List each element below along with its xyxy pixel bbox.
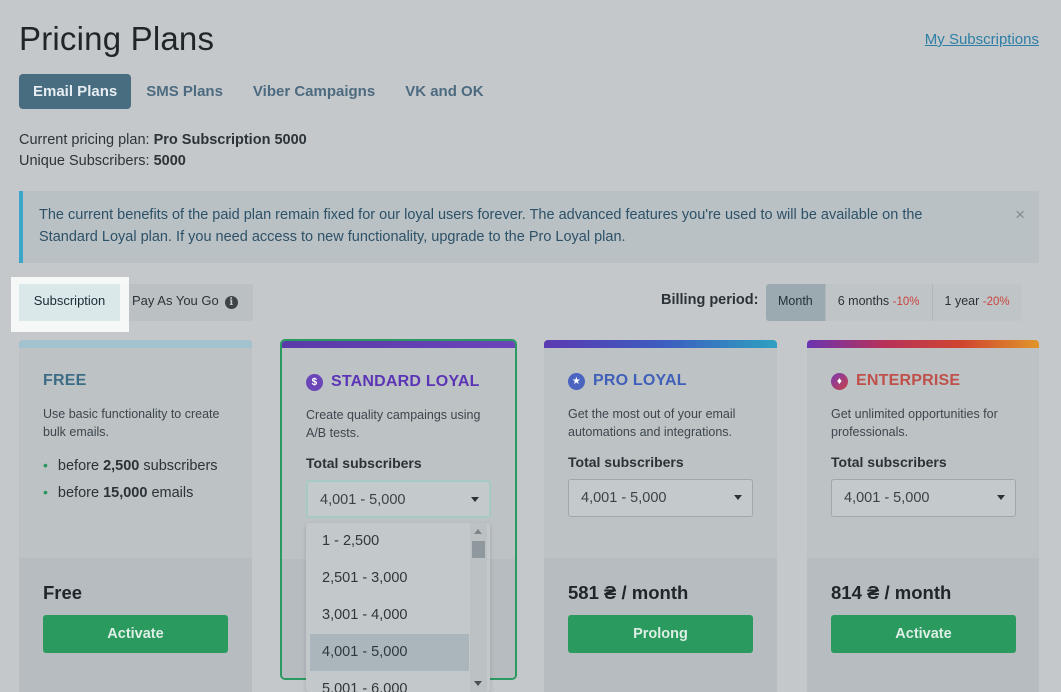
plan-card-enterprise: ♦ ENTERPRISE Get unlimited opportunities… [807, 340, 1039, 692]
plan-bar [282, 341, 515, 348]
discount-badge: -20% [982, 296, 1010, 308]
list-item: before 2,500 subscribers [43, 452, 218, 479]
loyalty-alert: The current benefits of the paid plan re… [19, 191, 1039, 263]
dropdown-scrollbar[interactable] [470, 523, 487, 692]
plan-description: Create quality campaings using A/B tests… [306, 408, 481, 440]
current-plan-label: Current pricing plan: [19, 132, 150, 148]
prolong-button[interactable]: Prolong [568, 615, 753, 653]
unique-subscribers-value: 5000 [153, 153, 186, 169]
plan-description: Get the most out of your email automatio… [568, 407, 736, 439]
plan-card-free: FREE Use basic functionality to create b… [19, 340, 252, 692]
tab-email-plans[interactable]: Email Plans [19, 74, 132, 109]
subscribers-select-value: 4,001 - 5,000 [581, 490, 667, 506]
billing-month[interactable]: Month [766, 284, 825, 321]
list-item: before 15,000 emails [43, 479, 218, 506]
plan-title: ♦ ENTERPRISE [831, 372, 960, 390]
total-subscribers-label: Total subscribers [306, 455, 422, 471]
dollar-icon: $ [306, 373, 323, 391]
plan-tabs: Email Plans SMS Plans Viber Campaigns VK… [19, 74, 499, 109]
plan-bar [807, 340, 1039, 348]
chevron-down-icon [997, 495, 1005, 500]
scroll-thumb[interactable] [472, 541, 485, 558]
tab-sms-plans[interactable]: SMS Plans [131, 74, 238, 109]
subscribers-select[interactable]: 4,001 - 5,000 [568, 479, 753, 517]
billing-1-year[interactable]: 1 year -20% [931, 284, 1022, 321]
chevron-down-icon [734, 495, 742, 500]
total-subscribers-label: Total subscribers [568, 454, 684, 470]
subscribers-select-value: 4,001 - 5,000 [320, 492, 406, 508]
dropdown-option-selected[interactable]: 4,001 - 5,000 [310, 634, 469, 671]
my-subscriptions-link[interactable]: My Subscriptions [925, 31, 1039, 48]
dropdown-option[interactable]: 5,001 - 6,000 [310, 671, 469, 692]
subscribers-select[interactable]: 4,001 - 5,000 [831, 479, 1016, 517]
pay-as-you-go-label: Pay As You Go [132, 293, 219, 308]
current-plan-info: Current pricing plan: Pro Subscription 5… [19, 130, 307, 172]
plan-title-text: ENTERPRISE [856, 372, 961, 389]
total-subscribers-label: Total subscribers [831, 454, 947, 470]
discount-badge: -10% [892, 296, 920, 308]
plan-card-pro-loyal: ★ PRO LOYAL Get the most out of your ema… [544, 340, 777, 692]
scroll-down-icon[interactable] [474, 681, 482, 686]
plan-title-text: STANDARD LOYAL [331, 373, 480, 390]
plan-title: FREE [43, 372, 87, 389]
star-icon: ★ [568, 372, 585, 390]
plan-title: $ STANDARD LOYAL [306, 373, 480, 391]
plan-bar [544, 340, 777, 348]
dropdown-option[interactable]: 3,001 - 4,000 [310, 597, 469, 634]
subscribers-select-value: 4,001 - 5,000 [844, 490, 930, 506]
billing-period-selector: Month 6 months -10% 1 year -20% [766, 284, 1022, 321]
tab-vk-ok[interactable]: VK and OK [390, 74, 498, 109]
subscription-toggle[interactable]: Subscription [19, 284, 120, 321]
pay-as-you-go-toggle[interactable]: Pay As You Go i [132, 284, 238, 321]
unique-subscribers-label: Unique Subscribers: [19, 153, 150, 169]
subscribers-dropdown: 1 - 2,500 2,501 - 3,000 3,001 - 4,000 4,… [306, 523, 490, 692]
info-icon[interactable]: i [224, 296, 238, 309]
plan-price: 581 ₴ / month [568, 582, 689, 603]
alert-text: The current benefits of the paid plan re… [39, 207, 923, 245]
activate-button[interactable]: Activate [43, 615, 228, 653]
billing-period-label: Billing period: [661, 292, 759, 308]
mode-toggle: Subscription Pay As You Go i [19, 284, 253, 321]
page-title: Pricing Plans [19, 20, 215, 57]
subscribers-select[interactable]: 4,001 - 5,000 [306, 480, 491, 518]
plan-title-text: PRO LOYAL [593, 372, 687, 389]
current-plan-value: Pro Subscription 5000 [153, 132, 307, 148]
plan-description: Use basic functionality to create bulk e… [43, 407, 220, 439]
plan-features: before 2,500 subscribers before 15,000 e… [43, 452, 218, 506]
billing-6-months-label: 6 months [837, 294, 890, 308]
dropdown-option[interactable]: 2,501 - 3,000 [310, 560, 469, 597]
dropdown-option[interactable]: 1 - 2,500 [310, 523, 469, 560]
plan-price: Free [43, 582, 83, 603]
plan-price: 814 ₴ / month [831, 582, 952, 603]
chevron-down-icon [471, 497, 479, 502]
billing-month-label: Month [778, 294, 813, 308]
billing-1-year-label: 1 year [944, 294, 980, 308]
activate-button[interactable]: Activate [831, 615, 1016, 653]
close-icon[interactable]: × [1015, 205, 1025, 225]
plan-title: ★ PRO LOYAL [568, 372, 687, 390]
diamond-icon: ♦ [831, 372, 848, 390]
plan-description: Get unlimited opportunities for professi… [831, 407, 998, 439]
tab-viber-campaigns[interactable]: Viber Campaigns [238, 74, 390, 109]
plan-bar [19, 340, 252, 348]
scroll-up-icon[interactable] [474, 529, 482, 534]
billing-6-months[interactable]: 6 months -10% [824, 284, 932, 321]
